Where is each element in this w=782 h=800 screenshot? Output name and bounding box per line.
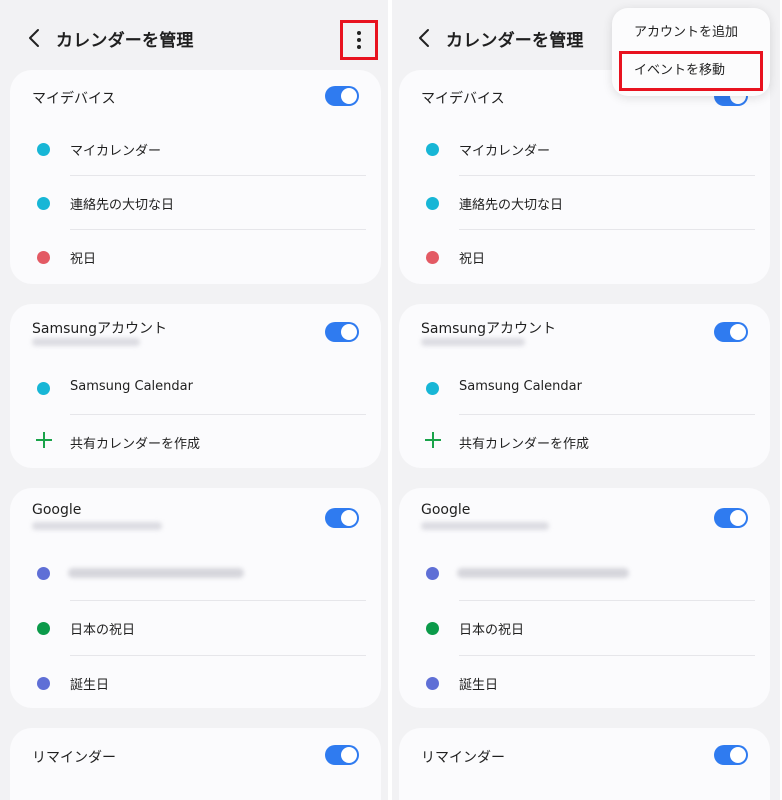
section-toggle[interactable] [325,322,359,342]
calendar-item[interactable]: マイカレンダー [10,122,381,176]
calendar-color-dot [37,677,50,690]
section-samsung-account: Samsungアカウント Samsung Calendar 共有カレンダーを作成 [10,304,381,468]
more-vert-icon [357,31,361,49]
section-toggle[interactable] [714,508,748,528]
section-my-device: マイデバイス マイカレンダー 連絡先の大切な日 祝日 [399,70,770,284]
section-toggle[interactable] [325,86,359,106]
calendar-color-dot [426,567,439,580]
calendar-label: 誕生日 [459,678,499,693]
section-google: Google 日本の祝日 誕生日 [10,488,381,708]
calendar-item[interactable] [10,546,381,600]
calendar-item[interactable]: 誕生日 [399,656,770,710]
more-options-button[interactable] [340,20,378,60]
calendar-color-dot [426,251,439,264]
calendar-item[interactable]: 日本の祝日 [399,601,770,655]
section-title: マイデバイス [32,91,116,107]
calendar-item[interactable]: 連絡先の大切な日 [10,176,381,230]
section-samsung-account: Samsungアカウント Samsung Calendar 共有カレンダーを作成 [399,304,770,468]
section-toggle[interactable] [714,745,748,765]
create-shared-calendar[interactable]: 共有カレンダーを作成 [399,415,770,469]
calendar-item[interactable]: マイカレンダー [399,122,770,176]
back-icon [419,29,429,47]
section-title: Samsungアカウント [32,321,168,337]
calendar-label: 連絡先の大切な日 [70,198,175,213]
section-title: Google [421,502,471,518]
calendar-item[interactable]: 日本の祝日 [10,601,381,655]
section-reminder: リマインダー [399,728,770,800]
menu-item-add-account[interactable]: アカウントを追加 [622,16,760,50]
calendar-label: 誕生日 [70,678,110,693]
calendar-color-dot [426,382,439,395]
calendar-color-dot [37,197,50,210]
account-email-redacted [421,338,525,346]
calendar-label: マイカレンダー [70,144,162,159]
calendar-color-dot [37,622,50,635]
section-title: リマインダー [421,750,505,766]
back-button[interactable] [20,24,48,52]
calendar-item[interactable]: 連絡先の大切な日 [399,176,770,230]
app-bar: カレンダーを管理 [0,0,388,70]
calendar-color-dot [37,251,50,264]
section-reminder: リマインダー [10,728,381,800]
calendar-label: 祝日 [459,252,486,267]
calendar-color-dot [426,197,439,210]
section-google: Google 日本の祝日 誕生日 [399,488,770,708]
section-title: マイデバイス [421,91,505,107]
account-email-redacted [32,338,140,346]
plus-icon [425,432,441,448]
calendar-item[interactable]: Samsung Calendar [399,361,770,415]
calendar-label: 日本の祝日 [459,623,525,638]
screen-before: カレンダーを管理 マイデバイス マイカレンダー 連絡先の大切な日 祝日 Sams… [0,0,388,800]
calendar-label: 共有カレンダーを作成 [70,437,201,452]
calendar-item[interactable] [399,546,770,600]
section-title: Google [32,502,82,518]
calendar-color-dot [426,143,439,156]
calendar-label: 祝日 [70,252,97,267]
calendar-item[interactable]: Samsung Calendar [10,361,381,415]
calendar-item[interactable]: 誕生日 [10,656,381,710]
calendar-label: 日本の祝日 [70,623,136,638]
calendar-label-redacted [457,568,629,578]
calendar-label-redacted [68,568,244,578]
account-email-redacted [421,522,549,530]
calendar-color-dot [37,143,50,156]
calendar-color-dot [37,567,50,580]
calendar-item[interactable]: 祝日 [10,230,381,284]
plus-icon [36,432,52,448]
screen-after: カレンダーを管理 マイデバイス マイカレンダー 連絡先の大切な日 祝日 Sams… [392,0,780,800]
back-icon [29,29,39,47]
menu-item-move-events[interactable]: イベントを移動 [619,51,763,91]
section-title: Samsungアカウント [421,321,557,337]
account-email-redacted [32,522,162,530]
page-title: カレンダーを管理 [446,31,584,51]
create-shared-calendar[interactable]: 共有カレンダーを作成 [10,415,381,469]
calendar-label: 共有カレンダーを作成 [459,437,590,452]
calendar-label: 連絡先の大切な日 [459,198,564,213]
back-button[interactable] [410,24,438,52]
section-toggle[interactable] [325,508,359,528]
calendar-label: Samsung Calendar [459,379,582,394]
page-title: カレンダーを管理 [56,31,194,51]
calendar-color-dot [426,677,439,690]
section-title: リマインダー [32,750,116,766]
calendar-color-dot [37,382,50,395]
calendar-color-dot [426,622,439,635]
section-my-device: マイデバイス マイカレンダー 連絡先の大切な日 祝日 [10,70,381,284]
calendar-label: Samsung Calendar [70,379,193,394]
calendar-item[interactable]: 祝日 [399,230,770,284]
section-toggle[interactable] [714,322,748,342]
overflow-menu: アカウントを追加 イベントを移動 [612,8,770,96]
section-toggle[interactable] [325,745,359,765]
calendar-label: マイカレンダー [459,144,551,159]
